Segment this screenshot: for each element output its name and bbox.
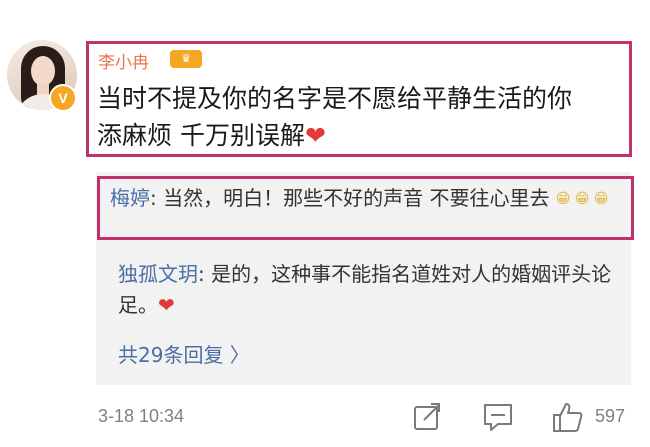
- highlight-box-reply: [97, 176, 634, 240]
- post-text-line-2-content: 添麻烦 千万别误解: [97, 121, 305, 150]
- share-icon[interactable]: [412, 400, 442, 434]
- like-count: 597: [595, 406, 626, 426]
- comment-icon[interactable]: [482, 400, 514, 434]
- heart-emoji-icon: ❤: [304, 121, 326, 150]
- user-level-icon: ♛: [170, 50, 202, 68]
- avatar-face: [31, 56, 55, 86]
- reply-author[interactable]: 独孤文玥: [118, 262, 198, 286]
- reply-item[interactable]: 独孤文玥: 是的，这种事不能指名道姓对人的婚姻评头论足。❤: [118, 259, 618, 321]
- more-replies-link[interactable]: 共29条回复 〉: [118, 339, 250, 368]
- reply-separator: :: [198, 262, 205, 286]
- post-timestamp: 3-18 10:34: [98, 406, 185, 426]
- post-text-line-1: 当时不提及你的名字是不愿给平静生活的你: [97, 84, 573, 113]
- thumbs-up-icon[interactable]: [551, 400, 585, 434]
- verified-v-icon: V: [49, 84, 77, 112]
- post-content: 当时不提及你的名字是不愿给平静生活的你 添麻烦 千万别误解❤: [97, 80, 627, 154]
- post-text-line-2: 添麻烦 千万别误解❤: [97, 117, 627, 154]
- post-username[interactable]: 李小冉: [98, 48, 149, 73]
- heart-emoji-icon: ❤: [158, 293, 175, 317]
